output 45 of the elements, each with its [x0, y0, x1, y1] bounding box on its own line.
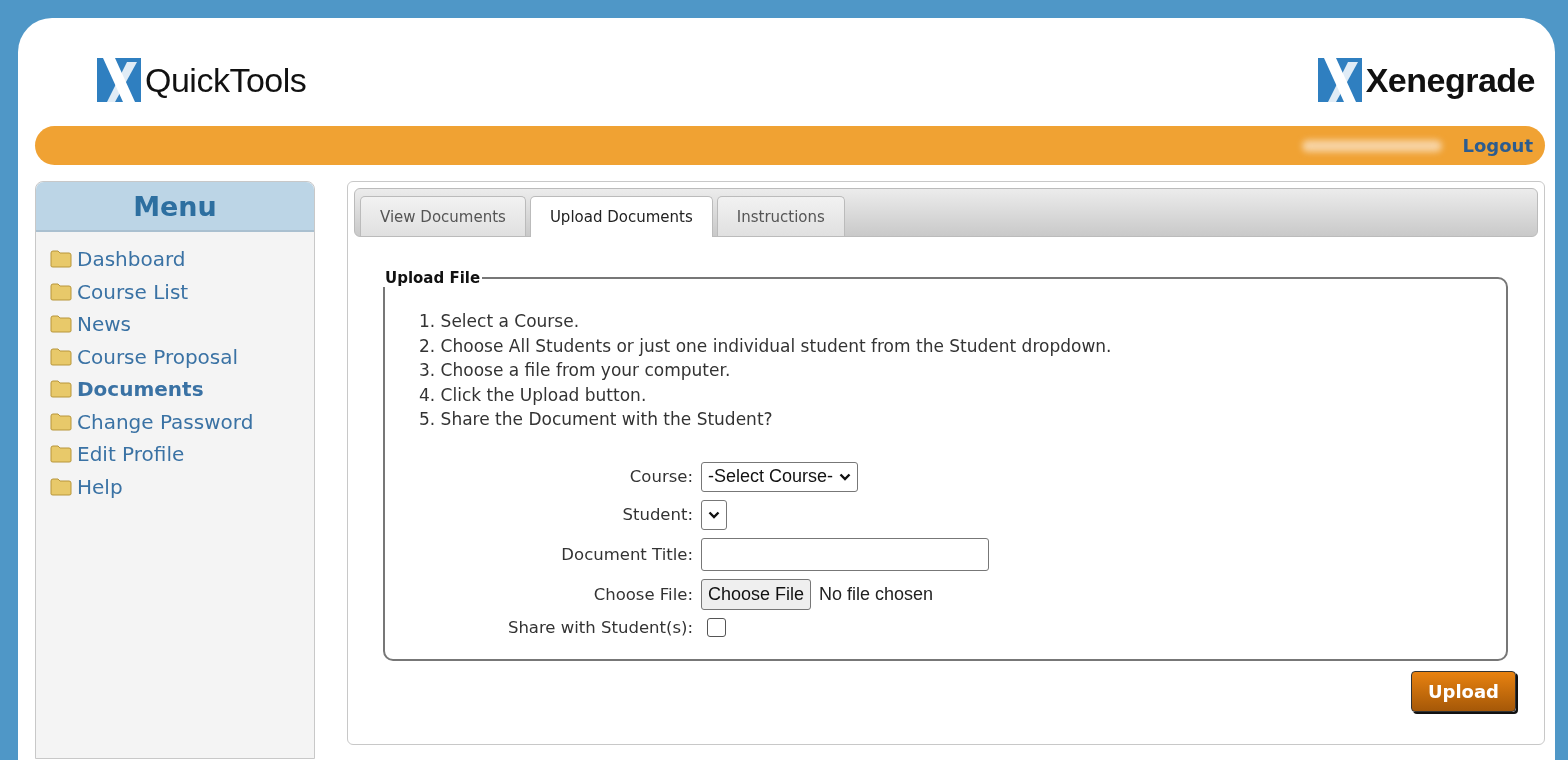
- checkbox[interactable]: [707, 617, 726, 637]
- instruction-step: 3. Choose a file from your computer.: [419, 358, 1506, 383]
- chevron-down-icon: [708, 510, 720, 519]
- field-label: Course:: [628, 467, 693, 486]
- logo-text: Xenegrade: [1365, 60, 1535, 100]
- logout-link[interactable]: Logout: [1462, 135, 1533, 156]
- dropdown[interactable]: [701, 499, 727, 530]
- folder-icon: [50, 347, 72, 366]
- x-logo-icon: [1317, 58, 1362, 102]
- folder-icon: [50, 412, 72, 431]
- chevron-down-icon: [839, 472, 852, 481]
- instruction-step: 1. Select a Course.: [419, 309, 1506, 334]
- folder-icon: [50, 477, 72, 496]
- menu-item[interactable]: Edit Profile: [50, 441, 314, 468]
- logo-text: QuickTools: [145, 60, 307, 100]
- folder-icon: [50, 315, 72, 334]
- menu-item[interactable]: Documents: [50, 376, 314, 403]
- instruction-step: 4. Click the Upload button.: [419, 382, 1506, 407]
- dropdown[interactable]: -Select Course-: [701, 461, 859, 492]
- folder-icon: [50, 445, 72, 464]
- menu-item[interactable]: Course List: [50, 278, 314, 305]
- menu-title: Menu: [36, 182, 314, 232]
- input-field[interactable]: [701, 537, 989, 571]
- file-status: No file chosen: [819, 583, 934, 605]
- tab[interactable]: Upload Documents: [529, 196, 713, 237]
- folder-icon: [50, 380, 72, 399]
- choose-file-button[interactable]: Choose File: [701, 578, 812, 610]
- menu-item[interactable]: Dashboard: [50, 246, 314, 273]
- instruction-step: 5. Share the Document with the Student?: [419, 407, 1506, 432]
- instruction-step: 2. Choose All Students or just one individual student from the Student dropdown.: [419, 333, 1506, 358]
- menu-item[interactable]: Help: [50, 473, 314, 500]
- field-label: Document Title:: [560, 544, 693, 564]
- x-logo-icon: [97, 58, 141, 102]
- menu-item[interactable]: Course Proposal: [50, 343, 314, 370]
- tab[interactable]: Instructions: [716, 196, 845, 236]
- folder-icon: [50, 282, 72, 301]
- folder-icon: [50, 250, 72, 269]
- fieldset-legend: Upload File: [383, 269, 483, 287]
- tab[interactable]: View Documents: [360, 196, 526, 236]
- menu-item[interactable]: Change Password: [50, 408, 314, 435]
- field-label: Share with Student(s):: [506, 617, 693, 637]
- field-label: Student:: [621, 505, 693, 524]
- upload-button[interactable]: Upload: [1410, 671, 1516, 712]
- menu-item[interactable]: News: [50, 311, 314, 338]
- field-label: Choose File:: [592, 584, 693, 604]
